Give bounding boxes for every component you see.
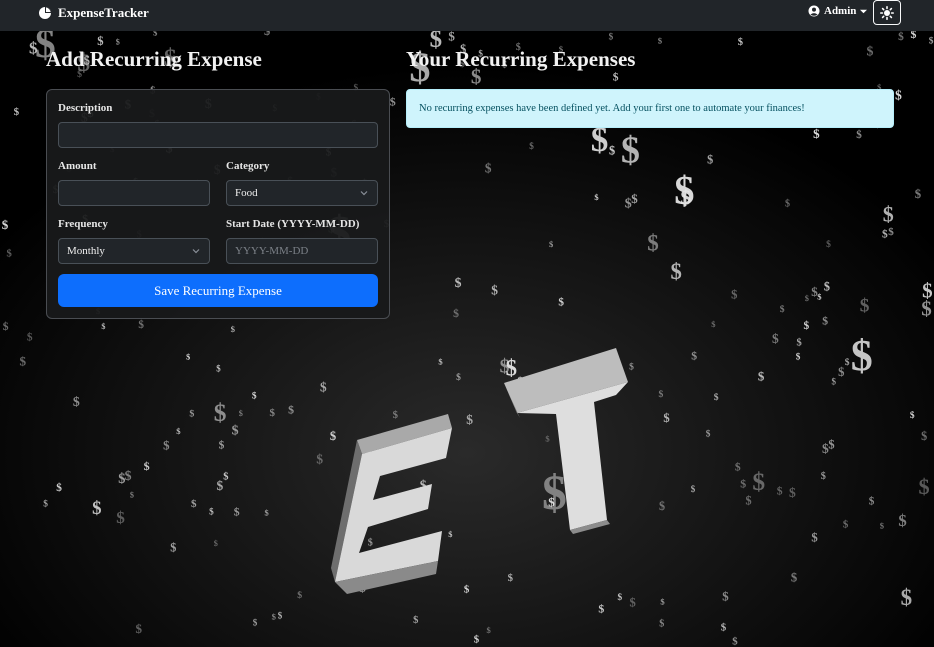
amount-label: Amount	[58, 160, 97, 172]
pie-chart-icon	[39, 7, 51, 19]
empty-state-alert: No recurring expenses have been defined …	[406, 89, 894, 128]
start-date-input[interactable]	[226, 238, 378, 264]
save-recurring-expense-button[interactable]: Save Recurring Expense	[58, 274, 378, 307]
list-title: Your Recurring Expenses	[406, 47, 636, 71]
category-label: Category	[226, 160, 270, 172]
chevron-down-icon	[192, 249, 200, 254]
category-value: Food	[235, 187, 258, 199]
chevron-down-icon	[360, 191, 368, 196]
recurring-expense-form: Description Amount Category Food Frequen…	[46, 89, 390, 319]
caret-down-icon	[860, 9, 868, 13]
amount-input[interactable]	[58, 180, 210, 206]
frequency-label: Frequency	[58, 218, 108, 230]
category-select[interactable]: Food	[226, 180, 378, 206]
user-name: Admin	[824, 5, 857, 17]
navbar: ExpenseTracker Admin	[0, 0, 934, 31]
description-label: Description	[58, 102, 113, 114]
brand-name: ExpenseTracker	[58, 5, 149, 20]
frequency-value: Monthly	[67, 245, 105, 257]
user-menu-toggle[interactable]: Admin	[808, 5, 868, 17]
user-circle-icon	[808, 5, 820, 17]
frequency-select[interactable]: Monthly	[58, 238, 210, 264]
start-date-label: Start Date (YYYY-MM-DD)	[226, 218, 360, 230]
theme-toggle-button[interactable]	[873, 0, 901, 25]
main-content: Add Recurring Expense Your Recurring Exp…	[0, 31, 934, 647]
description-input[interactable]	[58, 122, 378, 148]
sun-icon	[880, 5, 894, 20]
form-title: Add Recurring Expense	[46, 47, 262, 71]
brand-link[interactable]: ExpenseTracker	[38, 5, 149, 21]
